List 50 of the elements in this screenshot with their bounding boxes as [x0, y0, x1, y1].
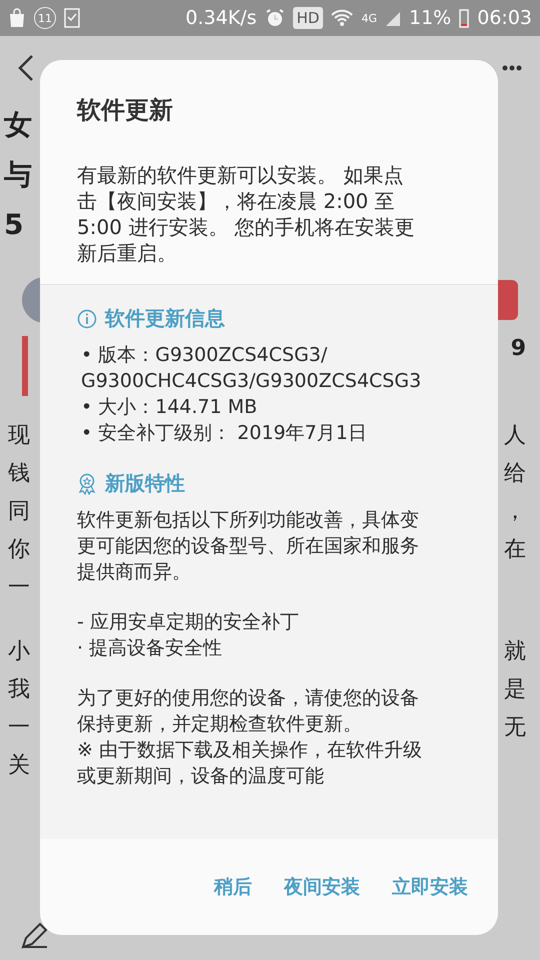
dialog-title: 软件更新	[77, 95, 174, 126]
info-item: • 大小：144.71 MB	[80, 395, 258, 420]
hd-badge: HD	[292, 7, 324, 29]
battery-icon	[459, 8, 470, 28]
text-fragment: 无	[504, 714, 526, 742]
heading-fragment: 与	[4, 157, 32, 193]
text-fragment: 一	[8, 574, 30, 602]
feature-text: - 应用安卓定期的安全补丁 · 提高设备安全性	[77, 610, 300, 661]
shopping-bag-icon	[8, 8, 26, 28]
text-fragment: 关	[8, 752, 30, 780]
dialog-button[interactable]: 夜间安装	[278, 866, 366, 908]
feature-text: 为了更好的使用您的设备，请使您的设备保持更新，并定期检查软件更新。 ※ 由于数据下载及相关操作，在软件升级或更新期间，设备的温度可能	[77, 686, 423, 789]
section-heading: 新版特性	[105, 470, 185, 497]
text-fragment: 钱	[8, 460, 30, 488]
text-fragment: 同	[8, 498, 30, 526]
info-item: • 版本：G9300ZCS4CSG3/ G9300CHC4CSG3/G9300ZCS4CSG3	[80, 343, 422, 394]
wifi-icon	[331, 9, 354, 27]
text-fragment: 现	[8, 422, 30, 450]
clipboard-check-icon	[64, 8, 80, 28]
text-fragment: 就	[504, 638, 526, 666]
text-fragment: 是	[504, 676, 526, 704]
notification-count: 11	[34, 7, 56, 29]
text-fragment: 给	[504, 460, 526, 488]
pencil-icon[interactable]	[20, 920, 50, 950]
network-type: 4G	[361, 12, 377, 24]
section-heading: 软件更新信息	[105, 305, 225, 332]
clock: 06:03	[477, 7, 532, 29]
network-speed: 0.34K/s	[186, 7, 257, 29]
text-fragment: 在	[504, 536, 526, 564]
feature-text: 软件更新包括以下所列功能改善，具体变更可能因您的设备型号、所在国家和服务提供商而异。	[77, 508, 420, 585]
text-fragment: 你	[8, 536, 30, 564]
alarm-clock-icon	[264, 8, 285, 28]
text-fragment: ，	[504, 498, 526, 526]
dialog-button[interactable]: 立即安装	[386, 866, 474, 908]
info-icon	[77, 308, 97, 328]
battery-percent: 11%	[409, 7, 452, 29]
text-fragment: 我	[8, 676, 30, 704]
accent-bar	[22, 336, 28, 396]
text-fragment: 一	[8, 714, 30, 742]
heading-fragment: 5	[4, 207, 24, 243]
dialog-message: 有最新的软件更新可以安装。 如果点击【夜间安装】，将在凌晨 2:00 至 5:00 进行安装。 您的手机将在安装更新后重启。	[77, 162, 416, 266]
award-ribbon-icon	[77, 472, 97, 494]
text-fragment: 人	[504, 422, 526, 450]
info-item: • 安全补丁级别： 2019年7月1日	[80, 421, 368, 446]
back-icon[interactable]	[18, 54, 34, 82]
side-value: 9	[510, 336, 526, 361]
more-icon[interactable]	[502, 65, 522, 71]
dialog-button[interactable]: 稍后	[208, 866, 258, 908]
heading-fragment: 女	[4, 107, 32, 143]
text-fragment: 小	[8, 638, 30, 666]
